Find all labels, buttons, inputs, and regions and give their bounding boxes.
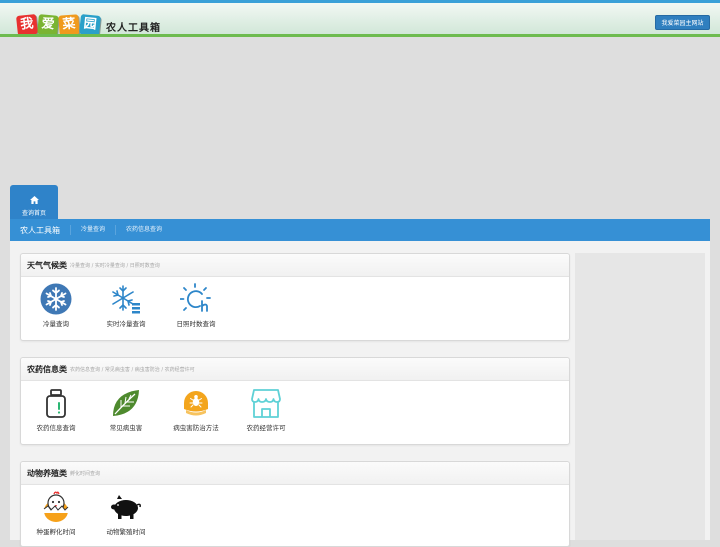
logo-char: 我 (16, 14, 38, 36)
tool-label: 冷量查询 (43, 320, 69, 328)
section-subtitle: 孵化时间查询 (70, 470, 101, 477)
tool-animal-breeding-time[interactable]: 动物繁殖时间 (91, 491, 161, 536)
tool-pesticide-license[interactable]: 农药经营许可 (231, 387, 301, 432)
site-logo[interactable]: 我 爱 菜 园 农人工具箱 (16, 11, 161, 36)
tool-label: 常见病虫害 (109, 424, 143, 432)
home-tab[interactable]: 查询首页 (10, 185, 58, 221)
snow-chart-icon (112, 285, 140, 314)
sidebar-panel (575, 253, 705, 540)
section-title: 动物养殖类 (27, 468, 67, 478)
section-header: 动物养殖类 孵化时间查询 (21, 462, 569, 485)
tool-pesticide-info[interactable]: 农药信息查询 (21, 387, 91, 432)
tool-label: 农药信息查询 (36, 424, 76, 432)
nav-link-pesticide-query[interactable]: 农药信息查询 (115, 225, 172, 235)
main-nav: 农人工具箱 冷量查询 农药信息查询 (10, 219, 710, 241)
tool-label: 实时冷量查询 (106, 320, 146, 328)
site-header: 我 爱 菜 园 农人工具箱 我爱菜园主网站 (0, 0, 720, 36)
section-subtitle: 冷量查询 / 实时冷量查询 / 日照时数查询 (70, 262, 160, 269)
shop-icon (251, 389, 281, 418)
tool-common-pests[interactable]: 常见病虫害 (91, 387, 161, 432)
tool-egg-hatching-time[interactable]: 种蛋孵化时间 (21, 491, 91, 536)
section-header: 农药信息类 农药信息查询 / 常见病虫害 / 病虫害防治 / 农药经营许可 (21, 358, 569, 381)
pesticide-bottle-icon (46, 389, 66, 418)
leaf-icon (113, 390, 139, 416)
logo-char: 园 (79, 14, 101, 36)
logo-char: 爱 (37, 14, 59, 36)
tool-label: 日照时数查询 (176, 320, 216, 328)
tool-pest-control[interactable]: 病虫害防治方法 (161, 387, 231, 432)
tool-label: 农药经营许可 (246, 424, 286, 432)
section-header: 天气气候类 冷量查询 / 实时冷量查询 / 日照时数查询 (21, 254, 569, 277)
sun-hour-icon (180, 283, 211, 312)
main-site-button[interactable]: 我爱菜园主网站 (655, 15, 710, 30)
section-livestock: 动物养殖类 孵化时间查询 种蛋孵化时间 动物繁殖时间 (20, 461, 570, 547)
tool-realtime-cold-query[interactable]: 实时冷量查询 (91, 283, 161, 328)
tool-cold-query[interactable]: 冷量查询 (21, 283, 91, 328)
section-title: 天气气候类 (27, 260, 67, 270)
tool-sunshine-hours[interactable]: 日照时数查询 (161, 283, 231, 328)
section-pesticide: 农药信息类 农药信息查询 / 常见病虫害 / 病虫害防治 / 农药经营许可 农药… (20, 357, 570, 445)
snowflake-icon (40, 283, 72, 315)
home-tab-label: 查询首页 (21, 210, 46, 217)
hatching-egg-icon (43, 491, 69, 522)
pig-icon (111, 495, 141, 519)
section-title: 农药信息类 (27, 364, 67, 374)
nav-brand[interactable]: 农人工具箱 (20, 225, 60, 236)
nav-link-cold-query[interactable]: 冷量查询 (70, 225, 115, 235)
section-subtitle: 农药信息查询 / 常见病虫害 / 病虫害防治 / 农药经营许可 (70, 366, 195, 373)
section-weather: 天气气候类 冷量查询 / 实时冷量查询 / 日照时数查询 冷量查询 实时冷量查询… (20, 253, 570, 341)
tool-label: 病虫害防治方法 (173, 424, 219, 432)
header-divider (0, 34, 720, 37)
tool-label: 动物繁殖时间 (106, 528, 146, 536)
logo-subtitle: 农人工具箱 (106, 23, 161, 34)
bug-badge-icon (184, 391, 208, 416)
home-icon (29, 196, 39, 204)
tool-label: 种蛋孵化时间 (36, 528, 76, 536)
logo-char: 菜 (58, 14, 80, 36)
